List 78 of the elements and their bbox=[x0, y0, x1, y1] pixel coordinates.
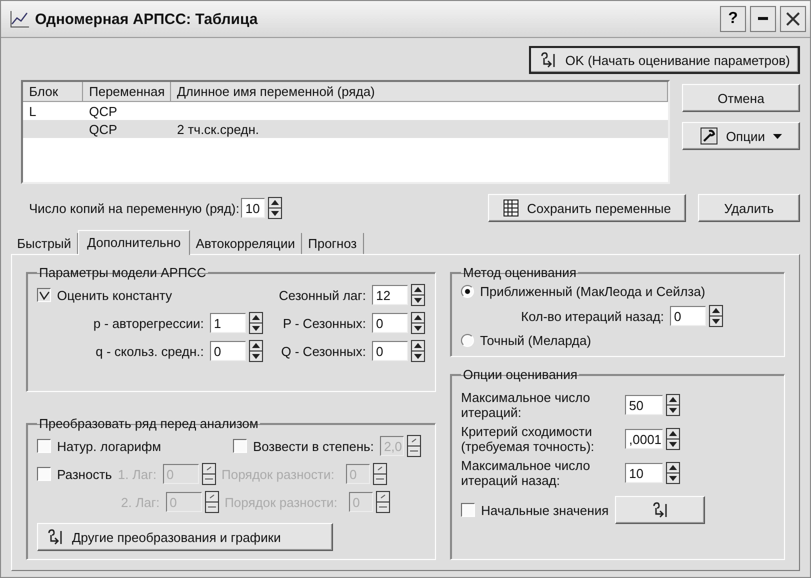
arrow-icon bbox=[650, 502, 669, 518]
number-field[interactable]: 0 bbox=[210, 341, 246, 361]
arrow-icon bbox=[539, 52, 558, 68]
table-cell: QCP bbox=[89, 104, 118, 118]
spin-buttons[interactable] bbox=[204, 491, 219, 513]
field-label: Число копий на переменную (ряд): bbox=[29, 200, 240, 216]
radio-button[interactable] bbox=[461, 334, 474, 347]
spin-buttons[interactable] bbox=[411, 312, 425, 334]
spin-buttons[interactable] bbox=[376, 491, 390, 513]
checkbox-label: Оценить константу bbox=[57, 288, 172, 302]
transforms-button[interactable]: Другие преобразования и графики bbox=[37, 523, 333, 551]
field-label: q - скольз. средн.: bbox=[96, 344, 204, 358]
spin-buttons[interactable] bbox=[202, 463, 216, 485]
group-title: Преобразовать ряд перед анализом bbox=[38, 416, 260, 431]
window-title: Одномерная АРПСС: Таблица bbox=[35, 10, 259, 28]
spin-buttons[interactable] bbox=[666, 462, 680, 484]
field-label: P - Сезонных: bbox=[282, 316, 366, 330]
checkbox[interactable] bbox=[461, 503, 475, 517]
chart-icon bbox=[9, 9, 31, 29]
spin-buttons[interactable] bbox=[372, 463, 386, 485]
field-label: Максимальное число итераций назад: bbox=[461, 458, 592, 488]
close-icon bbox=[786, 12, 800, 26]
checkbox-label: Натур. логарифм bbox=[57, 438, 162, 454]
group-title: Параметры модели АРПСС bbox=[38, 265, 208, 280]
field-label: Кол-во итераций назад: bbox=[521, 308, 664, 324]
spin-buttons[interactable] bbox=[248, 312, 263, 334]
field-label: Сезонный лаг: bbox=[278, 288, 366, 302]
group-title: Опции оценивания bbox=[462, 367, 578, 382]
checkbox[interactable] bbox=[37, 467, 51, 481]
field-label: Q - Сезонных: bbox=[281, 344, 366, 358]
spin-buttons[interactable] bbox=[709, 305, 724, 327]
tab[interactable]: Дополнительно bbox=[78, 230, 190, 255]
number-field[interactable]: ,0001 bbox=[625, 429, 663, 449]
delete-button[interactable]: Удалить bbox=[698, 194, 800, 222]
spin-buttons[interactable] bbox=[268, 197, 282, 219]
radio-label: Точный (Меларда) bbox=[480, 333, 592, 348]
caret-icon bbox=[773, 134, 782, 138]
spin-buttons[interactable] bbox=[406, 435, 421, 457]
spin-buttons[interactable] bbox=[666, 428, 680, 450]
checkbox[interactable] bbox=[37, 439, 51, 453]
cancel-button[interactable]: Отмена bbox=[682, 84, 800, 112]
field-label: Максимальное число итераций: bbox=[461, 390, 592, 420]
number-field[interactable]: 0 bbox=[372, 313, 408, 333]
grid-icon bbox=[502, 199, 519, 217]
field-label: Критерий сходимости (требуемая точность): bbox=[461, 424, 596, 454]
spin-buttons[interactable] bbox=[666, 394, 680, 416]
options-button[interactable]: Опции bbox=[682, 122, 800, 150]
radio-label: Приближенный (МакЛеода и Сейлза) bbox=[480, 284, 706, 299]
spin-buttons[interactable] bbox=[248, 340, 263, 362]
table-cell: L bbox=[29, 104, 36, 118]
spin-buttons[interactable] bbox=[411, 340, 425, 362]
table-row[interactable]: QCP 2 тч.ск.средн. bbox=[23, 120, 668, 138]
wrench-icon bbox=[700, 127, 718, 145]
number-field[interactable]: 50 bbox=[625, 395, 663, 415]
number-field[interactable]: 10 bbox=[241, 198, 266, 218]
checkbox-label: Разность bbox=[57, 466, 112, 482]
table-cell: 2 тч.ск.средн. bbox=[177, 122, 260, 136]
ok-button[interactable]: OK (Начать оценивание параметров) bbox=[529, 46, 800, 74]
number-field[interactable]: 12 bbox=[372, 285, 408, 305]
arrow-icon bbox=[46, 529, 64, 545]
number-field[interactable]: 0 bbox=[670, 306, 706, 326]
radio-button[interactable] bbox=[461, 285, 474, 298]
table-cell: QCP bbox=[89, 122, 118, 136]
number-field[interactable]: 0 bbox=[372, 341, 408, 361]
save-button[interactable]: Сохранить переменные bbox=[488, 194, 686, 222]
group-title: Метод оценивания bbox=[462, 265, 578, 280]
checkbox-label: Возвести в степень: bbox=[253, 438, 374, 454]
minimize-icon bbox=[758, 17, 768, 21]
minimize-button[interactable] bbox=[750, 6, 776, 32]
spin-buttons[interactable] bbox=[411, 284, 425, 306]
checkbox-label: Начальные значения bbox=[481, 502, 609, 518]
help-button[interactable]: ? bbox=[720, 6, 746, 32]
checkbox[interactable] bbox=[37, 288, 51, 302]
field-label: p - авторегрессии: bbox=[93, 316, 204, 330]
close-button[interactable] bbox=[780, 6, 806, 32]
number-field[interactable]: 10 bbox=[625, 463, 663, 483]
number-field[interactable]: 1 bbox=[210, 313, 246, 333]
initial-values-button[interactable] bbox=[614, 496, 705, 524]
